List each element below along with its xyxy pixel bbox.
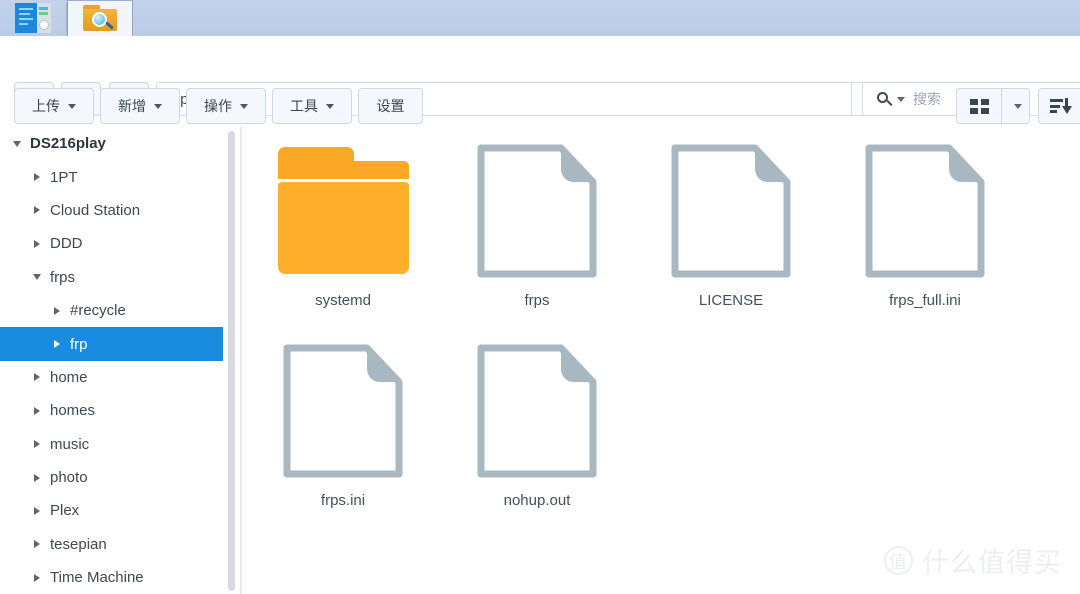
chevron-down-icon	[154, 103, 162, 109]
sidebar-item-label: Time Machine	[50, 569, 144, 587]
navigation-bar: ⟳ frps › frp ★ 搜索	[0, 36, 1080, 116]
sidebar-item-photo[interactable]: photo	[0, 461, 227, 494]
pane-splitter[interactable]	[240, 127, 242, 594]
file-icon	[825, 133, 1025, 288]
file-item-frps-ini[interactable]: frps.ini	[243, 333, 443, 509]
file-item-label: frps.ini	[320, 492, 366, 509]
chevron-right-icon[interactable]	[30, 573, 44, 582]
package-center-icon	[15, 3, 51, 33]
package-center-tab[interactable]	[0, 0, 66, 36]
sidebar-item-label: music	[50, 435, 90, 453]
sidebar-item-ddd[interactable]: DDD	[0, 227, 227, 260]
sort-button[interactable]	[1038, 88, 1080, 124]
sidebar-item-label: frps	[50, 268, 76, 286]
tools-button-label: 工具	[290, 98, 318, 114]
sidebar-item-music[interactable]: music	[0, 428, 227, 461]
sidebar-item-label: tesepian	[50, 535, 107, 553]
file-item-label: nohup.out	[503, 492, 571, 509]
sidebar-item-label: home	[50, 368, 88, 386]
file-icon	[631, 133, 831, 288]
sidebar-item-label: Plex	[50, 502, 80, 520]
chevron-right-icon[interactable]	[30, 173, 44, 182]
sidebar-item-frp[interactable]: frp	[0, 327, 223, 361]
sidebar-item-label: Cloud Station	[50, 201, 141, 219]
tools-button[interactable]: 工具	[272, 88, 352, 124]
settings-button-label: 设置	[376, 98, 405, 114]
file-station-tab[interactable]	[67, 0, 133, 36]
file-item-frps[interactable]: frps	[437, 133, 637, 309]
chevron-down-icon	[240, 103, 248, 109]
file-item-systemd[interactable]: systemd	[243, 133, 443, 309]
grid-view-button[interactable]	[956, 88, 1002, 124]
sidebar-item-cloud-station[interactable]: Cloud Station	[0, 194, 227, 227]
watermark: 值 什么值得买	[884, 541, 1062, 580]
file-grid[interactable]: systemd frps LICENSE frps_full.ini frps.ini n…	[243, 127, 1080, 594]
file-icon	[243, 333, 443, 488]
chevron-right-icon[interactable]	[30, 506, 44, 515]
sidebar-item-1pt[interactable]: 1PT	[0, 160, 227, 193]
action-button[interactable]: 操作	[186, 88, 266, 124]
taskbar	[0, 0, 1080, 36]
sidebar-item-tesepian[interactable]: tesepian	[0, 528, 227, 561]
file-icon	[437, 333, 637, 488]
sidebar-item-label: photo	[50, 469, 88, 487]
create-button-label: 新增	[118, 98, 146, 114]
chevron-down-icon[interactable]	[30, 274, 44, 281]
sort-descending-icon	[1050, 98, 1072, 114]
file-item-label: frps_full.ini	[889, 292, 961, 309]
toolbar: 上传 新增 操作 工具 设置	[0, 88, 1080, 126]
sidebar-item-recycle[interactable]: #recycle	[0, 294, 227, 327]
sidebar-item-label: homes	[50, 402, 96, 420]
file-item-license[interactable]: LICENSE	[631, 133, 831, 309]
chevron-right-icon[interactable]	[50, 306, 64, 315]
watermark-badge: 值	[884, 546, 913, 575]
action-button-label: 操作	[204, 98, 232, 114]
sidebar-item-label: frp	[70, 335, 88, 353]
view-controls	[956, 88, 1080, 124]
chevron-down-icon	[326, 103, 334, 109]
sidebar-item-label: DDD	[50, 235, 83, 253]
sidebar-item-home[interactable]: home	[0, 361, 227, 394]
chevron-right-icon[interactable]	[30, 440, 44, 449]
chevron-right-icon[interactable]	[30, 540, 44, 549]
grid-view-icon	[969, 98, 989, 114]
settings-button[interactable]: 设置	[358, 88, 423, 124]
sidebar-item-time-machine[interactable]: Time Machine	[0, 561, 227, 594]
sidebar-item-plex[interactable]: Plex	[0, 494, 227, 527]
view-options-button[interactable]	[1002, 88, 1030, 124]
file-icon	[437, 133, 637, 288]
folder-tree-sidebar[interactable]: DS216play 1PT Cloud Station DDD frps #recycle…	[0, 127, 227, 594]
chevron-right-icon[interactable]	[50, 340, 64, 349]
create-button[interactable]: 新增	[100, 88, 180, 124]
upload-button-label: 上传	[32, 98, 60, 114]
chevron-right-icon[interactable]	[30, 373, 44, 382]
file-station-folder-search-icon	[80, 4, 120, 34]
sidebar-item-label: 1PT	[50, 168, 78, 186]
file-item-label: systemd	[315, 292, 371, 309]
file-item-label: LICENSE	[698, 292, 764, 309]
chevron-down-icon	[68, 103, 76, 109]
chevron-right-icon[interactable]	[30, 239, 44, 248]
file-item-frps-full-ini[interactable]: frps_full.ini	[825, 133, 1025, 309]
sidebar-item-ds216play[interactable]: DS216play	[0, 127, 227, 160]
chevron-down-icon[interactable]	[10, 140, 24, 147]
chevron-right-icon[interactable]	[30, 473, 44, 482]
chevron-right-icon[interactable]	[30, 406, 44, 415]
file-item-nohup-out[interactable]: nohup.out	[437, 333, 637, 509]
sidebar-item-homes[interactable]: homes	[0, 394, 227, 427]
chevron-right-icon[interactable]	[30, 206, 44, 215]
folder-icon	[243, 133, 443, 288]
file-item-label: frps	[524, 292, 550, 309]
watermark-text: 什么值得买	[922, 548, 1062, 578]
file-station-window: ⟳ frps › frp ★ 搜索 上传 新增 操作	[0, 0, 1080, 594]
sidebar-item-label: DS216play	[30, 135, 106, 153]
upload-button[interactable]: 上传	[14, 88, 94, 124]
sidebar-item-label: #recycle	[70, 302, 126, 320]
sidebar-item-frps[interactable]: frps	[0, 261, 227, 294]
sidebar-scrollbar[interactable]	[228, 131, 235, 591]
chevron-down-icon	[1014, 103, 1022, 109]
